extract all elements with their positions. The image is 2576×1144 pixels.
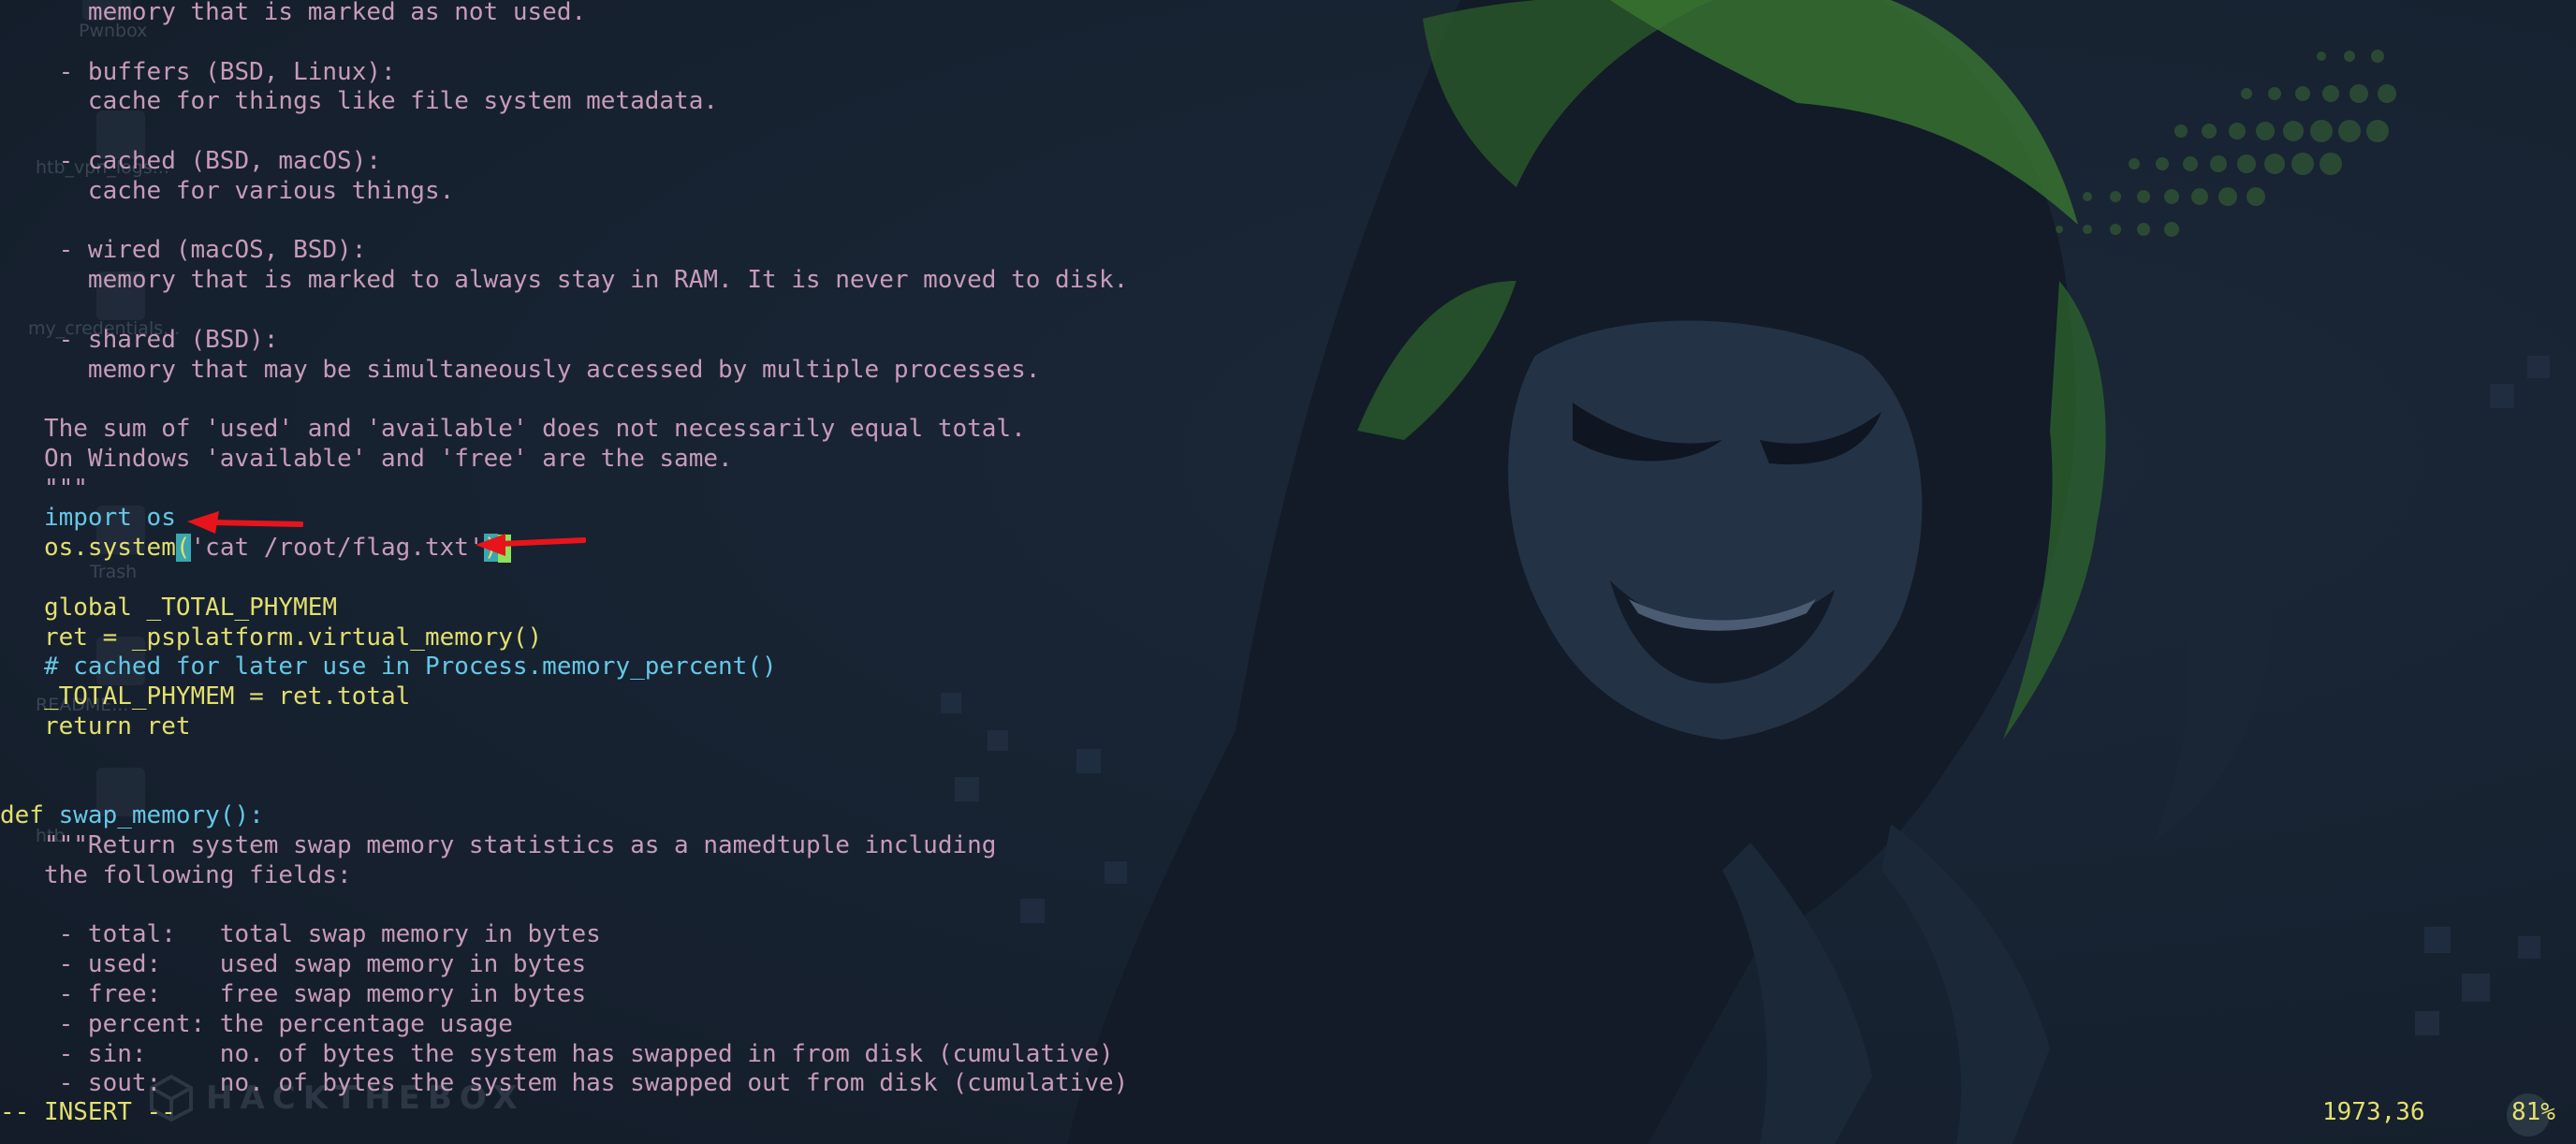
red-arrow-system (476, 534, 586, 556)
docstring-text: memory that is marked to always stay in … (87, 266, 1129, 295)
docstring-text: memory that is marked as not used. (87, 0, 587, 26)
docstring-line[interactable]: cache for various things. (0, 176, 454, 206)
docstring-text: - cached (BSD, macOS): (58, 147, 381, 175)
docstring-line[interactable]: memory that may be simultaneously access… (0, 355, 1040, 385)
cursor-position: 1973,36 (2322, 1098, 2425, 1126)
docstring-text: On Windows 'available' and 'free' are th… (43, 445, 733, 473)
docstring-text: - wired (macOS, BSD): (58, 236, 367, 265)
code-line-ret[interactable]: ret = _psplatform.virtual_memory() (0, 623, 542, 653)
docstring-line[interactable]: - used: used swap memory in bytes (0, 949, 587, 979)
function-name: swap_memory (58, 801, 220, 829)
comment-text: # cached for later use in Process.memory… (43, 653, 777, 681)
docstring-line[interactable]: cache for things like file system metada… (0, 86, 718, 116)
docstring-line[interactable]: """ (0, 474, 88, 504)
watermark-text: HACKTHEBOX (206, 1079, 525, 1117)
assignment-text: _TOTAL_PHYMEM = ret.total (43, 682, 411, 711)
code-line-system-call[interactable]: os.system('cat /root/flag.txt') (0, 533, 512, 563)
docstring-line[interactable]: The sum of 'used' and 'available' does n… (0, 414, 1026, 444)
docstring-text: - percent: the percentage usage (58, 1009, 513, 1038)
docstring-line[interactable]: - sin: no. of bytes the system has swapp… (0, 1039, 1114, 1069)
docstring-text: memory that may be simultaneously access… (87, 355, 1041, 384)
def-keyword: def (0, 801, 44, 829)
docstring-text: The sum of 'used' and 'available' does n… (43, 415, 1026, 444)
return-name: ret (131, 712, 191, 741)
function-signature: (): (219, 801, 264, 829)
vim-mode-indicator: -- INSERT -- (0, 1098, 176, 1126)
docstring-line[interactable]: - cached (BSD, macOS): (0, 146, 381, 176)
import-keyword: import (43, 504, 132, 532)
docstring-text: """ (43, 474, 88, 503)
docstring-text: - buffers (BSD, Linux): (58, 57, 396, 86)
docstring-text: - total: total swap memory in bytes (58, 920, 601, 949)
docstring-line[interactable]: - wired (macOS, BSD): (0, 235, 367, 265)
docstring-line[interactable]: - shared (BSD): (0, 325, 279, 355)
function-call: os.system (43, 534, 176, 562)
code-line-def[interactable]: def swap_memory(): (0, 800, 264, 830)
code-line-import[interactable]: import os (0, 503, 176, 533)
docstring-line[interactable]: - free: free swap memory in bytes (0, 979, 587, 1009)
module-name: os (131, 504, 176, 532)
docstring-line[interactable]: - percent: the percentage usage (0, 1009, 513, 1039)
red-arrow-import (187, 511, 303, 534)
desktop-screen: Pwnbox htb_vpn_logs... my_credentials...… (0, 0, 2576, 1144)
docstring-text: - shared (BSD): (58, 325, 279, 354)
docstring-text: the following fields: (43, 860, 352, 889)
global-name: _TOTAL_PHYMEM (131, 594, 338, 622)
code-line-comment[interactable]: # cached for later use in Process.memory… (0, 652, 777, 682)
string-literal: 'cat /root/flag.txt' (190, 534, 484, 562)
docstring-text: - free: free swap memory in bytes (58, 980, 587, 1008)
scroll-percent: 81% (2511, 1098, 2555, 1126)
vim-editor[interactable]: memory that is marked as not used. - buf… (0, 0, 2576, 1144)
docstring-line[interactable]: memory that is marked as not used. (0, 0, 586, 27)
hackthebox-watermark: HACKTHEBOX (150, 1075, 525, 1122)
global-keyword: global (43, 594, 132, 622)
assignment-text: ret = _psplatform.virtual_memory() (43, 623, 543, 652)
docstring-text: cache for things like file system metada… (87, 87, 719, 116)
code-line-global[interactable]: global _TOTAL_PHYMEM (0, 593, 337, 623)
docstring-line[interactable]: """Return system swap memory statistics … (0, 830, 996, 860)
docstring-line[interactable]: the following fields: (0, 860, 352, 890)
docstring-text: """Return system swap memory statistics … (43, 831, 997, 859)
code-line-return[interactable]: return ret (0, 711, 191, 741)
return-keyword: return (43, 712, 132, 741)
docstring-line[interactable]: memory that is marked to always stay in … (0, 265, 1128, 295)
code-line-total[interactable]: _TOTAL_PHYMEM = ret.total (0, 682, 410, 711)
matched-open-paren: ( (175, 534, 191, 562)
docstring-text: - sin: no. of bytes the system has swapp… (58, 1039, 1114, 1068)
docstring-line[interactable]: On Windows 'available' and 'free' are th… (0, 444, 733, 474)
docstring-text: - used: used swap memory in bytes (58, 950, 587, 979)
docstring-line[interactable]: - buffers (BSD, Linux): (0, 57, 396, 87)
docstring-line[interactable]: - total: total swap memory in bytes (0, 919, 601, 949)
docstring-text: cache for various things. (87, 176, 455, 205)
